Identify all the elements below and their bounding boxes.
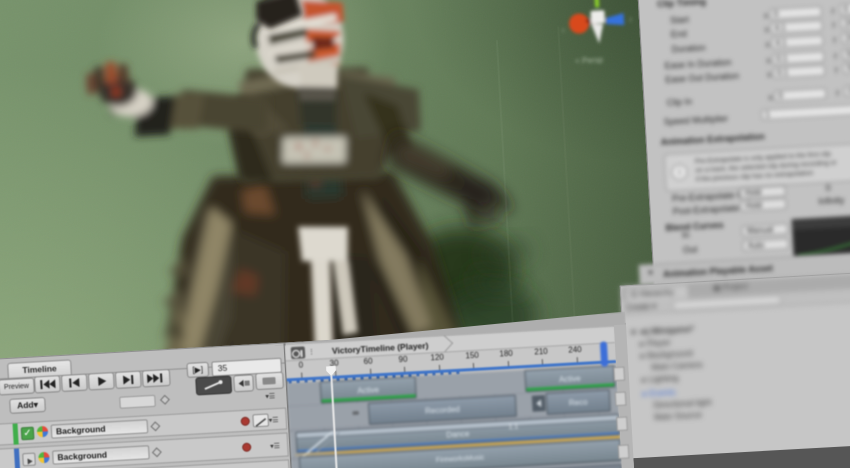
svg-text:z: z <box>629 17 633 24</box>
svg-text:x: x <box>561 27 565 34</box>
svg-text:< Persp: < Persp <box>575 55 604 66</box>
